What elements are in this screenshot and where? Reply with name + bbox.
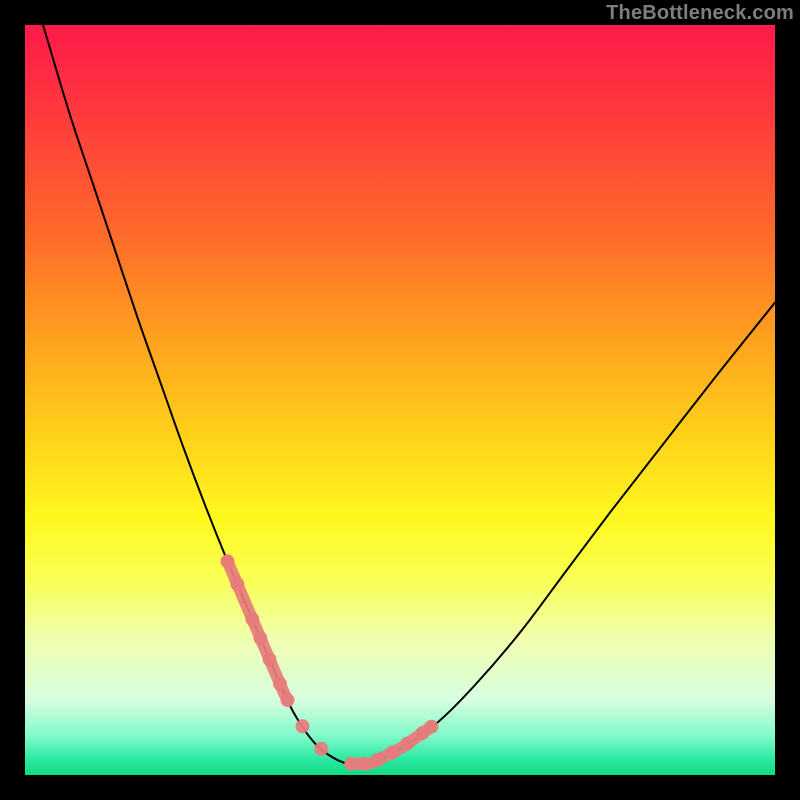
watermark-text: TheBottleneck.com <box>606 2 794 25</box>
plot-area <box>25 25 775 775</box>
highlight-dot <box>314 742 328 756</box>
curve-svg <box>25 25 775 775</box>
outer-frame: TheBottleneck.com <box>0 0 800 800</box>
highlight-dot <box>386 746 400 760</box>
highlight-dot <box>254 631 268 645</box>
highlight-dot <box>221 554 235 568</box>
highlight-dot <box>273 677 287 691</box>
highlight-dot <box>245 612 259 626</box>
highlight-dot <box>401 737 415 751</box>
highlight-dot <box>281 693 295 707</box>
bottleneck-curve <box>25 25 775 765</box>
highlight-dot <box>344 757 358 771</box>
highlight-overlay <box>221 554 439 771</box>
highlight-dot <box>263 652 277 666</box>
highlight-dot <box>296 719 310 733</box>
highlight-dot <box>425 720 439 734</box>
highlight-dot <box>230 577 244 591</box>
highlight-dot <box>371 753 385 767</box>
highlight-dot <box>357 757 371 771</box>
